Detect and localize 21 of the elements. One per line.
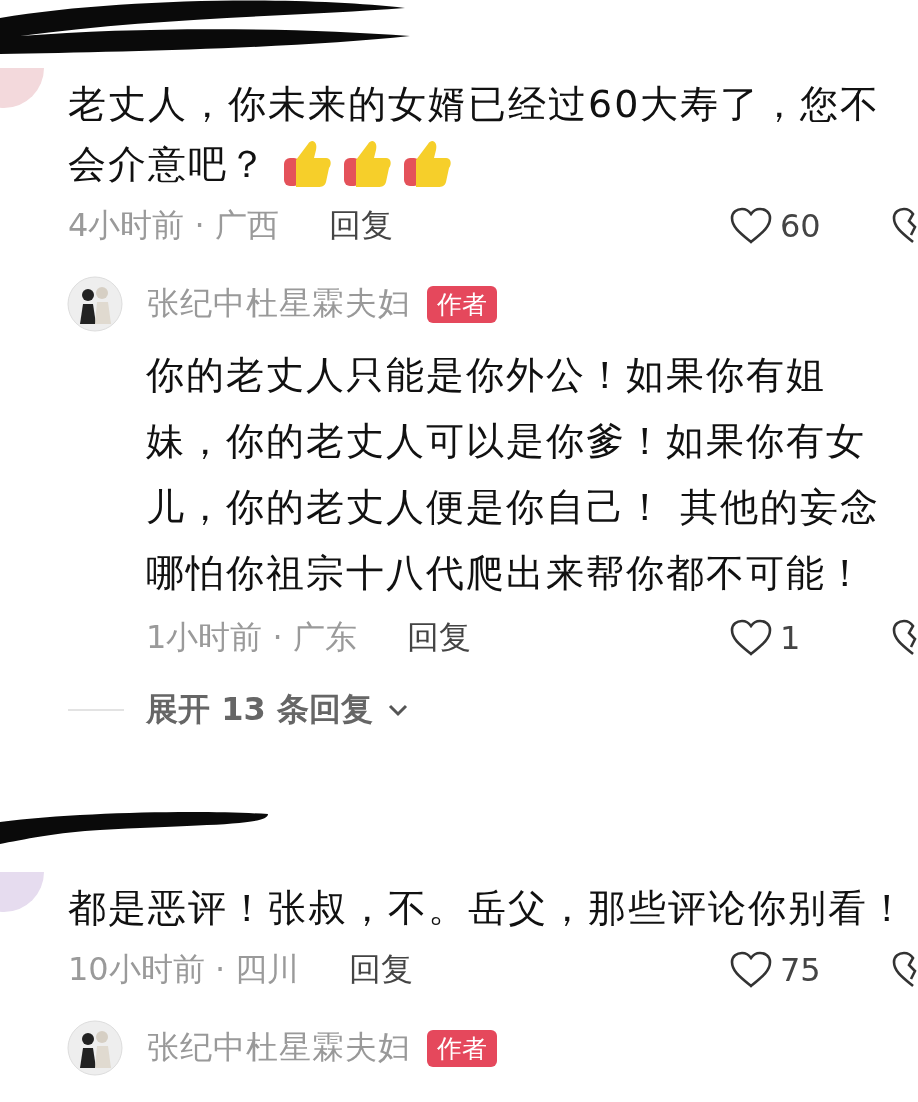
reply-link[interactable]: 回复 xyxy=(349,948,414,992)
comment-text: 老丈人，你未来的女婿已经过60大寿了，您不会介意吧？ xyxy=(68,81,882,188)
like-count: 75 xyxy=(780,951,822,989)
avatar[interactable] xyxy=(67,276,123,332)
heart-icon[interactable] xyxy=(730,951,772,989)
comment-text: 都是恶评！张叔，不。岳父，那些评论你别看！ xyxy=(68,885,909,932)
like-count: 1 xyxy=(780,619,802,657)
reply-link[interactable]: 回复 xyxy=(328,204,393,248)
chevron-down-icon[interactable] xyxy=(386,703,409,717)
reply-meta: 1小时前 · 广东 xyxy=(146,617,357,658)
heart-icon[interactable] xyxy=(730,207,772,245)
avatar[interactable] xyxy=(67,1020,123,1076)
reply-link[interactable]: 回复 xyxy=(406,616,471,660)
reply-text: 你的老丈人只能是你外公！如果你有姐妹，你的老丈人可以是你爹！如果你有女儿，你的老丈人便是你自己！ 其他的妄念哪怕你祖宗十八代爬出来帮你都不可能！ xyxy=(146,352,882,597)
heart-icon[interactable] xyxy=(730,619,772,657)
comment-meta: 4小时前 · 广西 xyxy=(68,205,279,246)
author-badge: 作者 xyxy=(427,1029,497,1067)
author-badge: 作者 xyxy=(427,285,497,323)
comment-meta: 10小时前 · 四川 xyxy=(68,949,300,990)
expand-replies-link[interactable]: 展开 13 条回复 xyxy=(146,688,373,732)
like-count: 60 xyxy=(780,207,822,245)
